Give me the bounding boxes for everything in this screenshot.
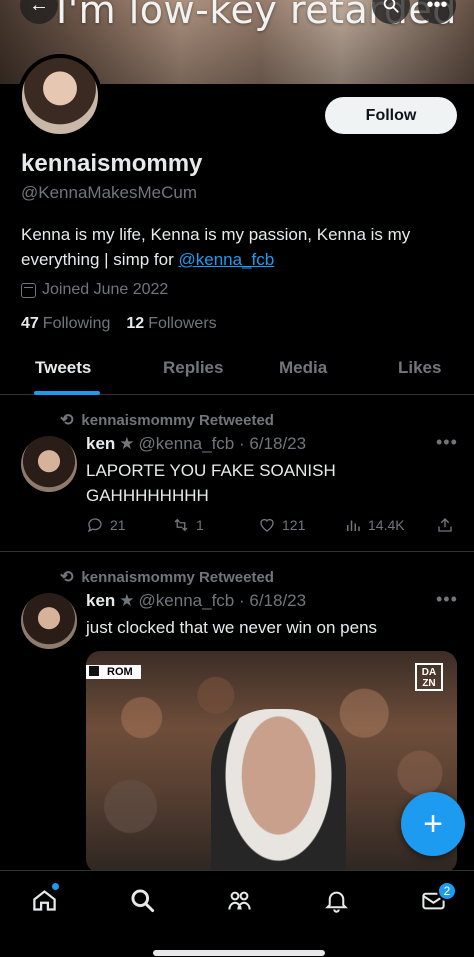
active-tab-indicator [34,391,100,395]
tweet-text: just clocked that we never win on pens [86,618,378,637]
tweet-text: LAPORTE YOU FAKE SOANISH GAHHHHHHHH [86,461,336,505]
scoreboard-tag: ROM [86,665,141,679]
bio-mention-link[interactable]: @kenna_fcb [178,250,274,269]
communities-icon [227,891,251,910]
retweet-button[interactable]: 1 [172,516,204,534]
nav-search[interactable] [127,885,157,915]
followers-count: 12 [126,315,145,332]
tweet-author-avatar[interactable] [21,436,77,492]
tweet-more-button[interactable]: ••• [436,432,458,453]
retweet-icon: ⟲ [60,412,74,429]
retweet-indicator: ⟲ kennaismommy Retweeted [60,410,274,430]
following-label: Following [42,315,111,332]
reply-count: 21 [110,517,126,533]
tab-tweets[interactable]: Tweets [35,358,91,378]
retweet-icon [174,518,188,532]
view-count: 14.4K [368,517,405,533]
tweet-more-button[interactable]: ••• [436,589,458,610]
tweet-handle-date: @kenna_fcb · 6/18/23 [138,434,307,453]
analytics-icon [347,520,360,531]
like-button[interactable]: 121 [258,516,305,534]
retweet-indicator: ⟲ kennaismommy Retweeted [60,567,274,587]
share-button[interactable] [436,516,454,534]
tweet-handle-date: @kenna_fcb · 6/18/23 [138,591,307,610]
author-star-icon: ★ [119,591,135,610]
share-icon [438,518,452,532]
tweet-actions: 21 1 121 14.4K [86,516,456,536]
following-count: 47 [21,315,39,332]
messages-badge: 2 [437,881,457,901]
calendar-icon [21,282,36,298]
profile-handle: @KennaMakesMeCum [21,183,197,202]
author-star-icon: ★ [119,434,135,453]
search-icon [130,888,154,912]
follow-button[interactable]: Follow [325,97,457,134]
tweet-author-avatar[interactable] [21,593,77,649]
retweet-count: 1 [196,517,204,533]
profile-bio: Kenna is my life, Kenna is my passion, K… [21,222,461,272]
nav-communities[interactable] [224,885,254,915]
heart-icon [260,518,274,532]
display-name: kennaismommy [21,150,203,177]
media-subject [211,709,346,873]
following-link[interactable]: 47 Following [21,315,110,333]
scoreboard-team: ROM [107,666,133,678]
home-indicator [153,950,325,956]
reply-button[interactable]: 21 [86,516,126,534]
joined-date: Joined June 2022 [21,281,168,299]
home-new-indicator [52,883,59,890]
retweet-icon: ⟲ [60,569,74,586]
home-icon [32,889,56,911]
tab-media[interactable]: Media [279,358,327,378]
tweet-header: ken ★ @kenna_fcb · 6/18/23 [86,591,306,611]
arrow-left-icon: ← [29,0,49,16]
retweet-label: kennaismommy Retweeted [81,411,274,429]
retweet-label: kennaismommy Retweeted [81,568,274,586]
followers-link[interactable]: 12 Followers [126,315,216,333]
search-icon [383,0,399,13]
broadcaster-logo: DA ZN [415,663,443,691]
plus-icon: + [423,804,443,843]
tweet-author-name[interactable]: ken [86,591,115,611]
tab-replies[interactable]: Replies [163,358,223,378]
tweet-author-name[interactable]: ken [86,434,115,454]
tweet-media-video[interactable]: ROM DA ZN [86,651,457,873]
tab-likes[interactable]: Likes [398,358,441,378]
reply-icon [87,518,102,533]
tweet-card[interactable]: ⟲ kennaismommy Retweeted ken ★ @kenna_fc… [0,396,474,552]
profile-tabs: Tweets Replies Media Likes [0,340,474,395]
follow-stats: 47 Following 12 Followers [21,315,217,333]
like-count: 121 [282,517,306,533]
followers-label: Followers [148,315,217,332]
more-icon: ••• [426,0,448,16]
views-button[interactable]: 14.4K [344,516,405,534]
tweet-header: ken ★ @kenna_fcb · 6/18/23 [86,434,306,454]
nav-notifications[interactable] [321,885,351,915]
notifications-icon [324,891,348,913]
bottom-navigation: 2 [0,870,474,957]
compose-tweet-button[interactable]: + [401,792,465,856]
joined-text: Joined June 2022 [42,281,169,298]
profile-avatar[interactable] [18,54,102,138]
